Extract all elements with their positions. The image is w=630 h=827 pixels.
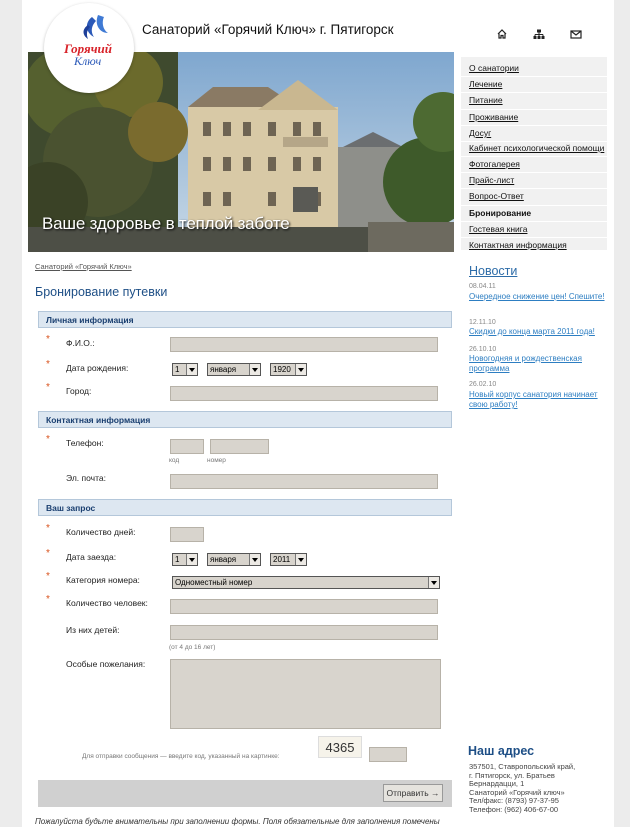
- days-label: Количество дней:: [66, 527, 136, 537]
- arrival-month-select[interactable]: января: [207, 553, 261, 566]
- section-contact: Контактная информация: [38, 411, 452, 428]
- birth-day-select[interactable]: 1: [172, 363, 198, 376]
- required-marker: *: [46, 434, 50, 445]
- news-link[interactable]: Новогодняя и рождественская программа: [469, 354, 611, 374]
- nav-item-guestbook[interactable]: Гостевая книга: [461, 222, 607, 239]
- required-marker: *: [46, 382, 50, 393]
- chevron-down-icon: [186, 364, 197, 375]
- required-marker: *: [46, 334, 50, 345]
- news-date: 26.10.10: [469, 346, 497, 353]
- nav-item-food[interactable]: Питание: [461, 93, 607, 110]
- sitemap-icon[interactable]: [533, 27, 545, 39]
- room-category-select[interactable]: Одноместный номер: [172, 576, 440, 589]
- breadcrumb[interactable]: Санаторий «Горячий Ключ»: [35, 262, 132, 271]
- required-marker: *: [46, 594, 50, 605]
- mail-icon[interactable]: [570, 27, 582, 39]
- news-date: 26.02.10: [469, 381, 497, 388]
- chevron-down-icon: [249, 364, 260, 375]
- chevron-down-icon: [295, 554, 306, 565]
- nav-item-gallery[interactable]: Фотогалерея: [461, 157, 607, 174]
- chevron-down-icon: [295, 364, 306, 375]
- wishes-textarea[interactable]: [170, 659, 441, 729]
- email-input[interactable]: [170, 474, 438, 489]
- page: Санаторий «Горячий Ключ» г. Пятигорск Го…: [22, 0, 614, 827]
- news-date: 08.04.11: [469, 283, 496, 290]
- nav-item-psychology[interactable]: Кабинет психологической помощи: [461, 142, 607, 158]
- nav-item-about[interactable]: О санатории: [461, 61, 607, 78]
- page-title: Бронирование путевки: [35, 285, 168, 299]
- nav-item-treatment[interactable]: Лечение: [461, 77, 607, 94]
- fio-input[interactable]: [170, 337, 438, 352]
- city-label: Город:: [66, 386, 92, 396]
- form-note: Пожалуйста будьте внимательны при заполн…: [35, 817, 440, 826]
- logo[interactable]: Горячий Ключ: [44, 3, 134, 93]
- persons-input[interactable]: [170, 599, 438, 614]
- news-title[interactable]: Новости: [469, 264, 517, 278]
- birth-year-select[interactable]: 1920: [270, 363, 307, 376]
- nav-item-faq[interactable]: Вопрос-Ответ: [461, 189, 607, 206]
- submit-bar: Отправить →: [38, 780, 452, 807]
- news-link[interactable]: Скидки до конца марта 2011 года!: [469, 327, 611, 337]
- arrival-day-select[interactable]: 1: [172, 553, 198, 566]
- section-personal: Личная информация: [38, 311, 452, 328]
- captcha-input[interactable]: [369, 747, 407, 762]
- fio-label: Ф.И.О.:: [66, 338, 95, 348]
- email-label: Эл. почта:: [66, 473, 106, 483]
- phone-number-hint: номер: [207, 457, 226, 464]
- children-label: Из них детей:: [66, 625, 120, 635]
- phone-code-input[interactable]: [170, 439, 204, 454]
- nav-item-accommodation[interactable]: Проживание: [461, 110, 607, 126]
- room-category-label: Категория номера:: [66, 575, 140, 585]
- phone-number-input[interactable]: [210, 439, 269, 454]
- arrival-year-select[interactable]: 2011: [270, 553, 307, 566]
- persons-label: Количество человек:: [66, 598, 148, 608]
- birth-date-label: Дата рождения:: [66, 363, 129, 373]
- chevron-down-icon: [186, 554, 197, 565]
- phone-code-hint: код: [169, 457, 180, 464]
- required-marker: *: [46, 523, 50, 534]
- wishes-label: Особые пожелания:: [66, 659, 146, 669]
- news-date: 12.11.10: [469, 319, 496, 326]
- children-input[interactable]: [170, 625, 438, 640]
- submit-button[interactable]: Отправить →: [383, 784, 443, 802]
- nav-item-booking[interactable]: Бронирование: [461, 206, 607, 222]
- nav-item-prices[interactable]: Прайс-лист: [461, 173, 607, 190]
- required-marker: *: [46, 359, 50, 370]
- news-link[interactable]: Очередное снижение цен! Спешите!: [469, 292, 611, 302]
- hero-slogan: Ваше здоровье в теплой заботе: [42, 214, 290, 233]
- chevron-down-icon: [428, 577, 439, 588]
- days-input[interactable]: [170, 527, 204, 542]
- svg-text:Ключ: Ключ: [73, 54, 102, 68]
- section-request: Ваш запрос: [38, 499, 452, 516]
- site-title: Санаторий «Горячий Ключ» г. Пятигорск: [142, 22, 394, 37]
- nav-item-leisure[interactable]: Досуг: [461, 126, 607, 143]
- chevron-down-icon: [249, 554, 260, 565]
- nav-item-contacts[interactable]: Контактная информация: [461, 238, 607, 255]
- birth-month-select[interactable]: января: [207, 363, 261, 376]
- phone-label: Телефон:: [66, 438, 104, 448]
- address-title: Наш адрес: [468, 744, 535, 758]
- captcha-text: Для отправки сообщения — введите код, ук…: [82, 753, 280, 760]
- city-input[interactable]: [170, 386, 438, 401]
- captcha-image: 4365: [318, 736, 362, 758]
- news-link[interactable]: Новый корпус санатория начинает свою раб…: [469, 390, 611, 410]
- required-marker: *: [46, 571, 50, 582]
- home-icon[interactable]: [496, 27, 508, 39]
- arrival-date-label: Дата заезда:: [66, 552, 117, 562]
- children-hint: (от 4 до 16 лет): [169, 644, 216, 651]
- required-marker: *: [46, 548, 50, 559]
- sidebar-nav: О санатории Лечение Питание Проживание Д…: [461, 57, 607, 255]
- address-text: 357501, Ставропольский край, г. Пятигорс…: [469, 762, 576, 814]
